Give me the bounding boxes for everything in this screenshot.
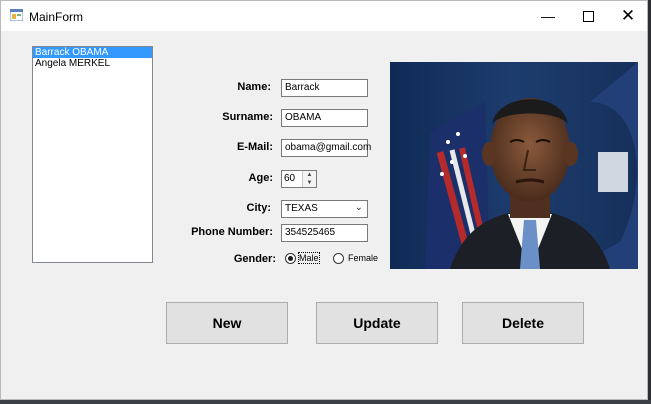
- main-window: MainForm — ✕ Barrack OBAMA Angela MERKEL…: [0, 0, 648, 400]
- age-stepper-buttons: ▲ ▼: [302, 171, 316, 187]
- city-label: City:: [246, 202, 271, 214]
- email-label: E-Mail:: [236, 141, 273, 153]
- new-button[interactable]: New: [166, 302, 288, 344]
- name-field[interactable]: Barrack: [281, 79, 368, 97]
- chevron-down-icon: ⌄: [354, 202, 363, 213]
- surname-field[interactable]: OBAMA: [281, 109, 368, 127]
- window-title: MainForm: [29, 10, 84, 24]
- gender-female-label[interactable]: Female: [348, 253, 378, 263]
- city-value: TEXAS: [285, 203, 318, 214]
- delete-button[interactable]: Delete: [462, 302, 584, 344]
- minimize-icon: —: [541, 8, 555, 24]
- phone-field[interactable]: 354525465: [281, 224, 368, 242]
- person-photo: [390, 62, 638, 269]
- gender-female-radio[interactable]: [333, 253, 344, 264]
- city-dropdown[interactable]: TEXAS ⌄: [281, 200, 368, 218]
- age-value: 60: [284, 173, 296, 184]
- minimize-button[interactable]: —: [527, 1, 569, 31]
- stepper-up-icon[interactable]: ▲: [303, 171, 316, 179]
- list-item[interactable]: Angela MERKEL: [33, 58, 152, 69]
- person-listbox[interactable]: Barrack OBAMA Angela MERKEL: [32, 46, 153, 263]
- gender-label: Gender:: [233, 253, 276, 265]
- close-icon: ✕: [620, 6, 636, 25]
- gender-male-radio[interactable]: [285, 253, 296, 264]
- surname-label: Surname:: [222, 111, 273, 123]
- app-form-icon: [10, 9, 23, 21]
- list-item[interactable]: Barrack OBAMA: [33, 47, 152, 58]
- gender-male-label[interactable]: Male: [298, 252, 320, 264]
- maximize-icon: [582, 10, 594, 22]
- email-field[interactable]: obama@gmail.com: [281, 139, 371, 157]
- stepper-down-icon[interactable]: ▼: [303, 179, 316, 187]
- age-stepper[interactable]: 60 ▲ ▼: [281, 170, 317, 188]
- close-button[interactable]: ✕: [607, 1, 649, 31]
- maximize-button[interactable]: [567, 1, 609, 31]
- age-label: Age:: [248, 172, 273, 184]
- portrait-image: [390, 62, 638, 269]
- update-button[interactable]: Update: [316, 302, 438, 344]
- phone-label: Phone Number:: [191, 226, 273, 238]
- desktop-strip: [0, 400, 651, 404]
- title-bar[interactable]: MainForm — ✕: [1, 1, 647, 31]
- name-label: Name:: [237, 81, 271, 93]
